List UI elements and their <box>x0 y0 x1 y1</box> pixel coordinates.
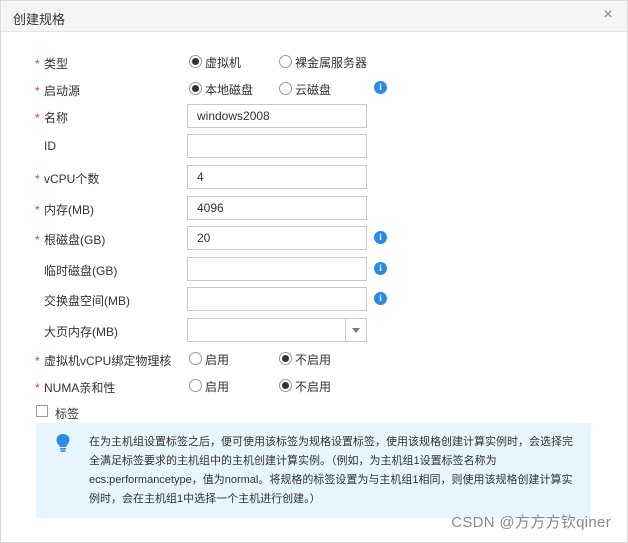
numa-row: * NUMA亲和性 启用 不启用 <box>1 375 627 399</box>
numa-label: * NUMA亲和性 <box>35 381 116 395</box>
tip-box: 在为主机组设置标签之后，便可使用该标签为规格设置标签，使用该规格创建计算实例时，… <box>36 423 591 518</box>
vcpu-binding-disable-label[interactable]: 不启用 <box>295 351 331 368</box>
info-icon[interactable]: i <box>374 231 387 244</box>
temp-disk-input[interactable] <box>187 257 367 281</box>
vcpu-row: * vCPU个数 4 <box>1 165 627 189</box>
memory-label: * 内存(MB) <box>35 203 94 217</box>
name-row: * 名称 windows2008 <box>1 104 627 128</box>
type-baremetal-radio[interactable] <box>279 55 292 68</box>
info-icon[interactable]: i <box>374 81 387 94</box>
create-flavor-dialog: 创建规格 × * 类型 虚拟机 裸金属服务器 * 启动源 本地磁盘 云磁盘 i * 名… <box>0 0 628 543</box>
tags-label[interactable]: 标签 <box>55 405 79 422</box>
info-icon[interactable]: i <box>374 292 387 305</box>
hugepage-select[interactable] <box>187 318 367 342</box>
vcpu-binding-enable-radio[interactable] <box>189 352 202 365</box>
numa-disable-label[interactable]: 不启用 <box>295 378 331 395</box>
boot-local-disk-label[interactable]: 本地磁盘 <box>205 81 253 98</box>
vcpu-input[interactable]: 4 <box>187 165 367 189</box>
id-input[interactable] <box>187 134 367 158</box>
vcpu-binding-row: * 虚拟机vCPU绑定物理核 启用 不启用 <box>1 348 627 372</box>
numa-disable-radio[interactable] <box>279 379 292 392</box>
dialog-header: 创建规格 × <box>1 1 627 32</box>
vcpu-binding-label: * 虚拟机vCPU绑定物理核 <box>35 354 172 368</box>
boot-cloud-disk-radio[interactable] <box>279 82 292 95</box>
tip-text: 在为主机组设置标签之后，便可使用该标签为规格设置标签，使用该规格创建计算实例时，… <box>89 436 573 505</box>
root-disk-row: * 根磁盘(GB) 20 i <box>1 226 627 250</box>
boot-local-disk-radio[interactable] <box>189 82 202 95</box>
memory-row: * 内存(MB) 4096 <box>1 196 627 220</box>
id-label: ID <box>44 139 56 153</box>
vcpu-binding-enable-label[interactable]: 启用 <box>205 351 229 368</box>
temp-disk-row: 临时磁盘(GB) i <box>1 257 627 281</box>
info-icon[interactable]: i <box>374 262 387 275</box>
dropdown-button[interactable] <box>345 319 366 341</box>
vcpu-label: * vCPU个数 <box>35 172 100 186</box>
close-icon[interactable]: × <box>600 7 616 23</box>
vcpu-binding-disable-radio[interactable] <box>279 352 292 365</box>
memory-input[interactable]: 4096 <box>187 196 367 220</box>
dialog-title: 创建规格 <box>13 12 66 27</box>
hugepage-row: 大页内存(MB) <box>1 318 627 342</box>
swap-input[interactable] <box>187 287 367 311</box>
hugepage-label: 大页内存(MB) <box>44 325 118 339</box>
type-vm-radio[interactable] <box>189 55 202 68</box>
lightbulb-icon <box>56 434 70 452</box>
numa-enable-label[interactable]: 启用 <box>205 378 229 395</box>
type-label: * 类型 <box>35 57 69 71</box>
boot-cloud-disk-label[interactable]: 云磁盘 <box>295 81 331 98</box>
name-label: * 名称 <box>35 111 69 125</box>
root-disk-label: * 根磁盘(GB) <box>35 233 106 247</box>
tags-checkbox[interactable] <box>36 405 48 417</box>
id-row: ID <box>1 134 627 158</box>
type-row: * 类型 虚拟机 裸金属服务器 <box>1 51 627 75</box>
boot-source-row: * 启动源 本地磁盘 云磁盘 i <box>1 78 627 102</box>
swap-label: 交换盘空间(MB) <box>44 294 130 308</box>
type-vm-label[interactable]: 虚拟机 <box>205 54 241 71</box>
chevron-down-icon <box>352 328 360 333</box>
type-baremetal-label[interactable]: 裸金属服务器 <box>295 54 367 71</box>
boot-source-label: * 启动源 <box>35 84 81 98</box>
watermark: CSDN @方方方钦qiner <box>451 514 611 531</box>
swap-row: 交换盘空间(MB) i <box>1 287 627 311</box>
name-input[interactable]: windows2008 <box>187 104 367 128</box>
temp-disk-label: 临时磁盘(GB) <box>44 264 118 278</box>
root-disk-input[interactable]: 20 <box>187 226 367 250</box>
numa-enable-radio[interactable] <box>189 379 202 392</box>
